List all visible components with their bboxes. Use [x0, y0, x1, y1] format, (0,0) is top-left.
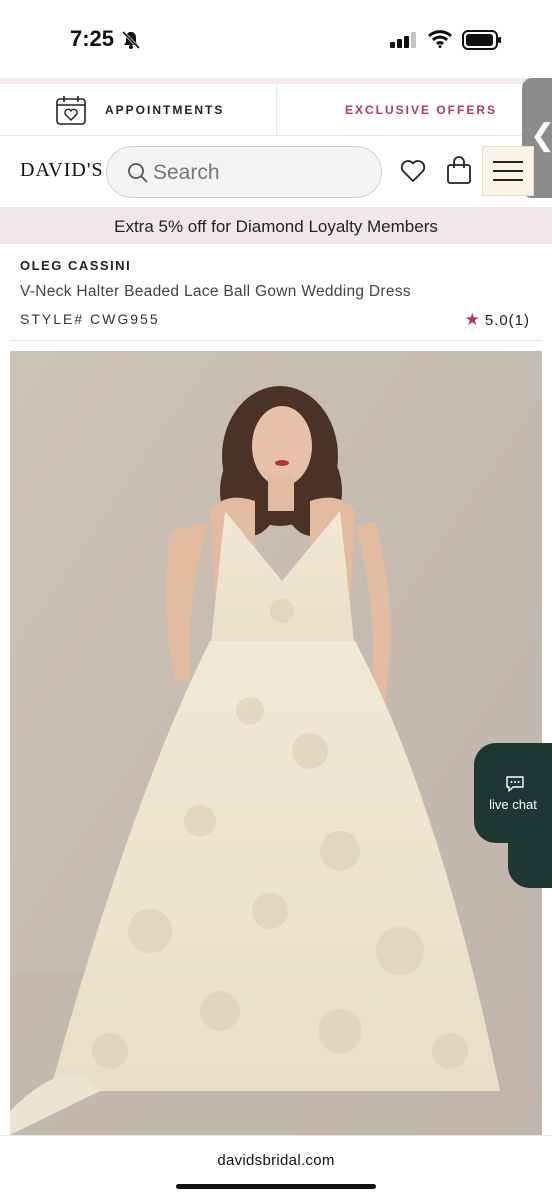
- live-chat-label: live chat: [489, 797, 537, 812]
- appointments-link[interactable]: APPOINTMENTS: [0, 84, 276, 136]
- menu-icon: [493, 161, 523, 181]
- star-icon: ★: [464, 310, 481, 329]
- product-photo[interactable]: [10, 351, 542, 1135]
- signal-icon: [390, 32, 416, 48]
- search-placeholder: Search: [153, 161, 220, 184]
- appointments-label: APPOINTMENTS: [105, 103, 225, 117]
- promo-text: Extra 5% off for Diamond Loyalty Members: [114, 217, 438, 236]
- product-rating[interactable]: ★ 5.0(1): [465, 310, 530, 330]
- rating-value: 5.0(1): [484, 312, 530, 329]
- wedding-dress-model-image: [10, 351, 542, 1135]
- live-chat-button[interactable]: live chat: [474, 743, 552, 843]
- section-divider: [10, 340, 542, 341]
- bell-slash-icon: [121, 30, 141, 50]
- top-links-bar: APPOINTMENTS EXCLUSIVE OFFERS: [0, 84, 552, 136]
- home-indicator: [176, 1184, 376, 1189]
- product-name: V-Neck Halter Beaded Lace Ball Gown Wedd…: [20, 283, 411, 300]
- product-style-number: STYLE# CWG955: [20, 311, 160, 327]
- site-header: DAVID'S Search: [0, 137, 552, 207]
- calendar-heart-icon: [56, 96, 86, 125]
- shopping-bag-icon[interactable]: [446, 156, 472, 184]
- promo-banner[interactable]: Extra 5% off for Diamond Loyalty Members: [0, 207, 552, 244]
- menu-button[interactable]: [482, 146, 534, 196]
- chat-bubble-icon: [506, 776, 524, 792]
- status-bar: 7:25: [0, 0, 552, 80]
- heart-icon[interactable]: [400, 159, 426, 183]
- status-time: 7:25: [70, 26, 115, 51]
- battery-icon: [462, 30, 501, 50]
- search-icon: [128, 163, 148, 183]
- exclusive-offers-link[interactable]: EXCLUSIVE OFFERS: [345, 103, 497, 117]
- search-input[interactable]: Search: [106, 146, 382, 198]
- top-links-divider: [276, 84, 277, 136]
- site-logo[interactable]: DAVID'S: [20, 159, 104, 182]
- wifi-icon: [428, 30, 452, 48]
- browser-url-bar[interactable]: davidsbridal.com: [0, 1135, 552, 1200]
- url-text: davidsbridal.com: [217, 1152, 335, 1169]
- product-designer[interactable]: OLEG CASSINI: [20, 258, 131, 273]
